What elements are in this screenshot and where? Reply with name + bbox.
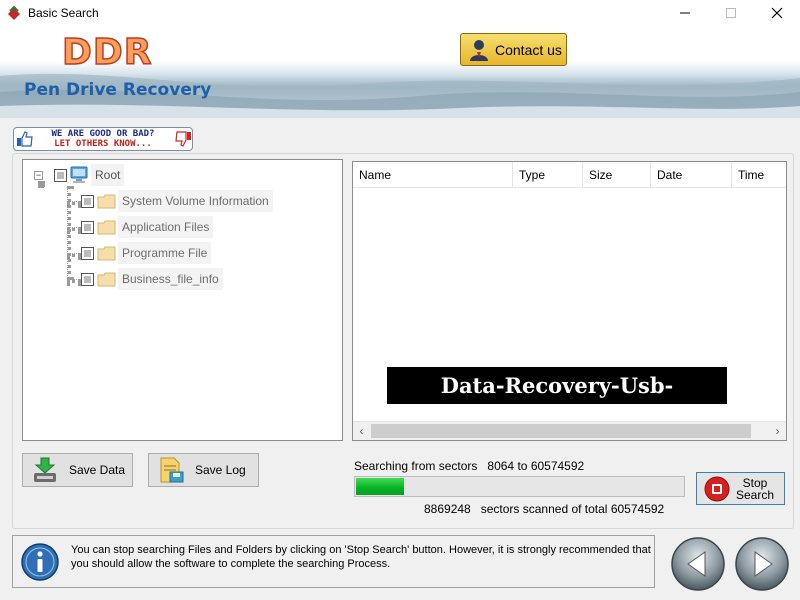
scroll-left-arrow[interactable]: ‹ [353, 422, 370, 440]
tree-connector [67, 279, 81, 283]
tree-node-checkbox[interactable] [81, 273, 94, 286]
feedback-line-1: WE ARE GOOD OR BAD? [51, 129, 155, 139]
column-header-time[interactable]: Time [732, 162, 786, 188]
stop-search-label-line1: Stop [742, 475, 768, 490]
header-banner: DDR Pen Drive Recovery Contact us [0, 26, 800, 118]
sector-to-value: 60574592 [530, 459, 585, 473]
save-data-icon [34, 457, 56, 482]
info-message-bar: You can stop searching Files and Folders… [12, 535, 655, 588]
tree-node-programme-file[interactable]: Programme File [118, 242, 212, 264]
ddr-logo: DDR [61, 31, 153, 74]
file-list-view[interactable]: Name Type Size Date Time Data-Recovery-U… [352, 161, 787, 441]
sector-from-value: 8064 [487, 459, 515, 473]
horizontal-scrollbar[interactable]: ‹ › [353, 421, 786, 440]
contact-us-label: Contact us [495, 41, 562, 58]
sectors-scanned-label: sectors scanned of total [480, 502, 608, 516]
close-icon [771, 7, 783, 19]
contact-person-icon [470, 39, 488, 61]
tree-node-root[interactable]: Root [91, 164, 125, 186]
tree-connector [67, 253, 81, 257]
info-icon [21, 543, 59, 581]
minimize-button[interactable] [662, 0, 708, 26]
root-checkbox[interactable] [54, 169, 67, 182]
close-button[interactable] [754, 0, 800, 26]
feedback-line-2: LET OTHERS KNOW... [54, 139, 152, 149]
product-name: Pen Drive Recovery [24, 80, 212, 100]
tree-node-checkbox[interactable] [81, 195, 94, 208]
list-header: Name Type Size Date Time [353, 162, 786, 188]
column-header-name[interactable]: Name [353, 162, 513, 188]
thumbs-up-icon [17, 131, 33, 147]
tree-connector [38, 181, 44, 187]
folder-icon [97, 194, 116, 209]
tree-connector [67, 201, 81, 205]
save-data-button[interactable]: Save Data [22, 453, 133, 487]
scrollbar-thumb[interactable] [371, 424, 751, 438]
stop-icon [704, 476, 730, 501]
next-button[interactable] [734, 536, 790, 592]
thumbs-down-icon [175, 131, 191, 147]
tree-node-business-file-info[interactable]: Business_file_info [118, 268, 223, 290]
title-bar: Basic Search [0, 0, 800, 26]
column-header-size[interactable]: Size [583, 162, 651, 188]
feedback-text: WE ARE GOOD OR BAD? LET OTHERS KNOW... [34, 129, 172, 149]
info-message-text: You can stop searching Files and Folders… [71, 544, 651, 570]
save-log-button[interactable]: Save Log [148, 453, 259, 487]
tree-node-checkbox[interactable] [81, 247, 94, 260]
stop-search-label-line2: Search [735, 487, 775, 502]
column-header-date[interactable]: Date [651, 162, 732, 188]
tree-collapse-toggle[interactable]: − [34, 171, 43, 180]
folder-icon [97, 272, 116, 287]
tree-node-checkbox[interactable] [81, 221, 94, 234]
scroll-right-arrow[interactable]: › [769, 422, 786, 440]
tree-node-system-volume-information[interactable]: System Volume Information [118, 190, 273, 212]
sectors-total-value: 60574592 [610, 502, 665, 516]
progress-fill [356, 478, 404, 495]
sectors-scanned-text: 8869248 sectors scanned of total 6057459… [424, 502, 664, 516]
maximize-button[interactable] [708, 0, 754, 26]
search-progress-bar [354, 476, 685, 497]
window-title: Basic Search [28, 6, 99, 20]
minimize-icon [680, 12, 690, 14]
save-log-icon [160, 457, 184, 483]
contact-us-button[interactable]: Contact us [460, 33, 567, 66]
folder-tree[interactable]: − Root System Volume Information Applica… [22, 159, 343, 441]
app-icon [8, 5, 20, 20]
computer-icon [70, 166, 88, 183]
tree-connector [67, 227, 81, 231]
save-log-label: Save Log [195, 463, 246, 477]
feedback-badge[interactable]: WE ARE GOOD OR BAD? LET OTHERS KNOW... [13, 127, 193, 151]
website-watermark: Data-Recovery-Usb-Drive.com [387, 367, 727, 435]
sectors-scanned-value: 8869248 [424, 502, 471, 516]
folder-icon [97, 246, 116, 261]
stop-search-label: Stop Search [730, 477, 784, 501]
tree-node-application-files[interactable]: Application Files [118, 216, 214, 238]
folder-icon [97, 220, 116, 235]
back-button[interactable] [670, 536, 726, 592]
maximize-icon [726, 8, 736, 18]
save-data-label: Save Data [69, 463, 126, 477]
searching-label: Searching from sectors [354, 459, 478, 473]
to-word: to [517, 459, 528, 473]
column-header-type[interactable]: Type [513, 162, 583, 188]
stop-search-button[interactable]: Stop Search [696, 472, 785, 505]
search-range-text: Searching from sectors 8064 to 60574592 [354, 459, 584, 473]
